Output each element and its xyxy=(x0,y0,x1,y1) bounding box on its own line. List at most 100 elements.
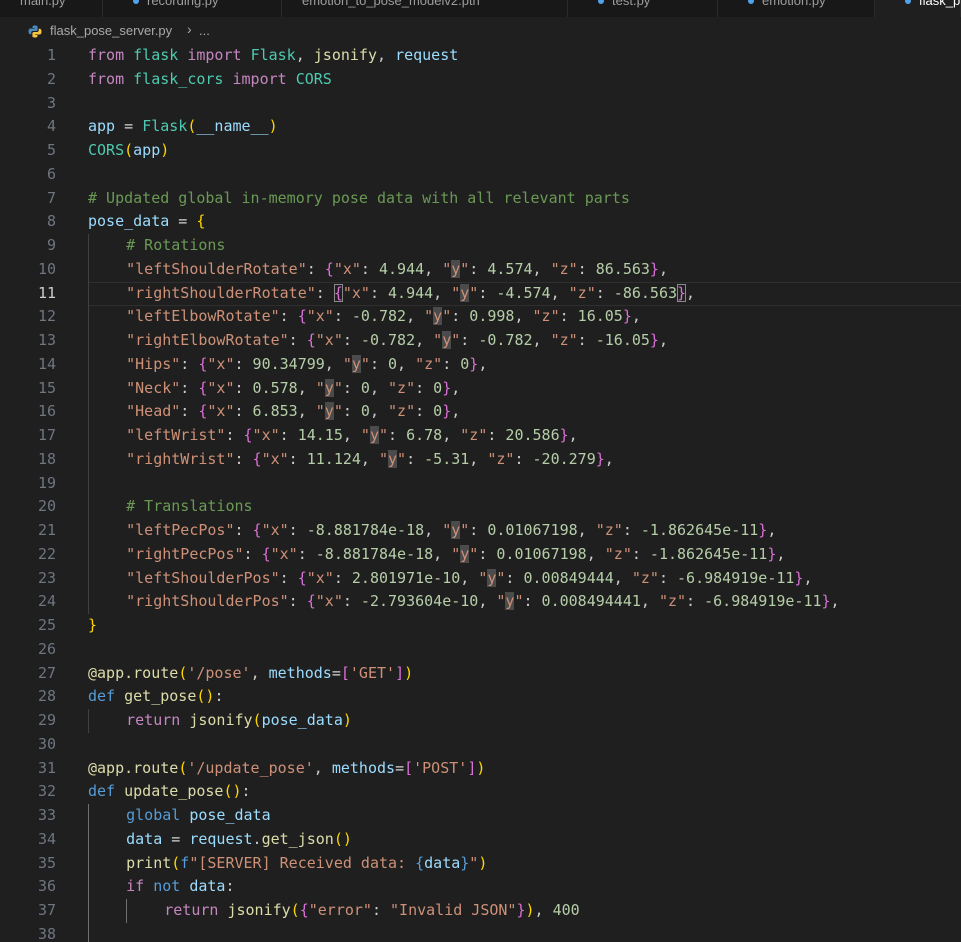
code-line[interactable]: 21 "leftPecPos": {"x": -8.881784e-18, "y"… xyxy=(0,519,961,543)
code-token: , xyxy=(406,307,425,326)
code-line[interactable]: 33 global pose_data xyxy=(0,804,961,828)
code-text[interactable]: "leftWrist": {"x": 14.15, "y": 6.78, "z"… xyxy=(126,424,578,448)
code-line[interactable]: 1 from flask import Flask, jsonify, reque… xyxy=(0,44,961,68)
code-text[interactable]: "rightPecPos": {"x": -8.881784e-18, "y":… xyxy=(126,543,785,567)
code-line[interactable]: 18 "rightWrist": {"x": 11.124, "y": -5.31… xyxy=(0,447,961,472)
code-token: } xyxy=(767,544,777,563)
code-line[interactable]: 22 "rightPecPos": {"x": -8.881784e-18, "y… xyxy=(0,542,961,567)
code-line[interactable]: 36 if not data: xyxy=(0,875,961,899)
code-text[interactable]: @app.route('/pose', methods=['GET']) xyxy=(88,662,413,686)
code-line[interactable]: 11 "rightShoulderRotate": {"x": 4.944, "y… xyxy=(0,281,961,306)
code-token: " xyxy=(360,426,370,444)
editor-tab[interactable]: test.py xyxy=(568,0,718,17)
breadcrumb-file[interactable]: flask_pose_server.py xyxy=(50,23,172,38)
code-line[interactable]: 6 xyxy=(0,163,961,187)
code-line[interactable]: 14 "Hips": {"x": 90.34799, "y": 0, "z": 0… xyxy=(0,352,961,377)
line-number: 22 xyxy=(37,544,56,563)
code-text[interactable]: @app.route('/update_pose', methods=['POS… xyxy=(88,757,485,781)
code-line[interactable]: 28 def get_pose(): xyxy=(0,685,961,709)
code-text[interactable]: "rightShoulderPos": {"x": -2.793604e-10,… xyxy=(126,590,840,614)
code-line[interactable]: 19 xyxy=(0,471,961,496)
code-text[interactable]: "rightShoulderRotate": {"x": 4.944, "y":… xyxy=(126,282,695,306)
code-text[interactable]: global pose_data xyxy=(126,804,271,828)
code-token: get_json xyxy=(261,829,334,848)
indent-guide xyxy=(88,234,89,258)
code-text[interactable]: # Translations xyxy=(126,495,252,519)
code-token: pose_data xyxy=(261,711,343,729)
code-text[interactable]: "rightElbowRotate": {"x": -0.782, "y": -… xyxy=(126,329,668,353)
code-token: " xyxy=(433,331,443,349)
code-token: : xyxy=(469,521,488,539)
code-text[interactable]: def get_pose(): xyxy=(88,685,223,709)
code-line[interactable]: 16 "Head": {"x": 6.853, "y": 0, "z": 0}, xyxy=(0,400,961,424)
code-line[interactable]: 25} xyxy=(0,614,961,638)
code-line[interactable]: 10 "leftShoulderRotate": {"x": 4.944, "y"… xyxy=(0,257,961,282)
code-line[interactable]: 3 xyxy=(0,92,961,116)
code-text[interactable]: data = request.get_json() xyxy=(126,828,352,852)
code-token: : xyxy=(288,521,307,539)
code-line[interactable]: 26 xyxy=(0,638,961,662)
editor-tab[interactable]: emotion_to_pose_modelv2.pth xyxy=(282,0,568,17)
code-text[interactable]: "Hips": {"x": 90.34799, "y": 0, "z": 0}, xyxy=(126,353,487,377)
code-line[interactable]: 2 from flask_cors import CORS xyxy=(0,68,961,92)
editor-tab[interactable]: main.py xyxy=(0,0,103,17)
code-text[interactable]: } xyxy=(88,614,97,638)
code-text[interactable]: CORS(app) xyxy=(88,139,169,163)
code-token: 4.944 xyxy=(388,283,434,302)
code-text[interactable]: "leftElbowRotate": {"x": -0.782, "y": 0.… xyxy=(126,305,641,329)
code-text[interactable]: "rightWrist": {"x": 11.124, "y": -5.31, … xyxy=(126,448,614,472)
code-line[interactable]: 23 "leftShoulderPos": {"x": 2.801971e-10,… xyxy=(0,566,961,591)
code-text[interactable]: from flask import Flask, jsonify, reques… xyxy=(88,44,458,68)
code-line[interactable]: 5 CORS(app) xyxy=(0,139,961,163)
code-token: : xyxy=(214,687,224,706)
code-line[interactable]: 15 "Neck": {"x": 0.578, "y": 0, "z": 0}, xyxy=(0,376,961,401)
code-token: ) xyxy=(525,901,535,919)
indent-guide xyxy=(88,851,89,876)
code-line[interactable]: 29 return jsonify(pose_data) xyxy=(0,709,961,733)
code-token: : xyxy=(279,307,298,326)
code-line[interactable]: 20 # Translations xyxy=(0,495,961,519)
code-text[interactable]: # Rotations xyxy=(126,234,225,258)
code-text[interactable]: pose_data = { xyxy=(88,210,205,234)
code-text[interactable]: return jsonify({"error": "Invalid JSON"}… xyxy=(164,899,579,923)
code-text[interactable]: # Updated global in-memory pose data wit… xyxy=(88,187,630,211)
line-number: 3 xyxy=(46,93,56,112)
code-line[interactable]: 34 data = request.get_json() xyxy=(0,827,961,852)
code-line[interactable]: 30 xyxy=(0,733,961,757)
code-line[interactable]: 13 "rightElbowRotate": {"x": -0.782, "y":… xyxy=(0,329,961,353)
code-line[interactable]: 37 return jsonify({"error": "Invalid JSON… xyxy=(0,899,961,923)
code-text[interactable]: print(f"[SERVER] Received data: {data}") xyxy=(126,852,487,876)
code-line[interactable]: 35 print(f"[SERVER] Received data: {data}… xyxy=(0,851,961,876)
code-text[interactable]: "leftPecPos": {"x": -8.881784e-18, "y": … xyxy=(126,519,776,543)
code-line[interactable]: 31 @app.route('/update_pose', methods=['P… xyxy=(0,757,961,781)
code-token: y xyxy=(460,544,470,563)
code-text[interactable]: app = Flask(__name__) xyxy=(88,115,278,139)
editor-tab[interactable]: recording.py xyxy=(103,0,282,17)
code-text[interactable]: "leftShoulderPos": {"x": 2.801971e-10, "… xyxy=(126,567,812,591)
code-line[interactable]: 32 def update_pose(): xyxy=(0,780,961,804)
code-token: "z" xyxy=(550,259,578,278)
code-line[interactable]: 9 # Rotations xyxy=(0,234,961,258)
editor-tab[interactable]: emotion.py xyxy=(718,0,875,17)
code-text[interactable]: "Neck": {"x": 0.578, "y": 0, "z": 0}, xyxy=(126,377,460,401)
code-editor[interactable]: 1 from flask import Flask, jsonify, reque… xyxy=(0,44,961,942)
editor-tab[interactable]: flask_p xyxy=(875,0,961,17)
code-text[interactable]: def update_pose(): xyxy=(88,780,251,804)
code-text[interactable]: return jsonify(pose_data) xyxy=(126,709,352,733)
code-text[interactable]: from flask_cors import CORS xyxy=(88,68,332,92)
code-line[interactable]: 27 @app.route('/pose', methods=['GET']) xyxy=(0,662,961,686)
breadcrumb-symbols[interactable]: ... xyxy=(199,23,210,38)
code-line[interactable]: 12 "leftElbowRotate": {"x": -0.782, "y": … xyxy=(0,305,961,329)
code-text[interactable]: "Head": {"x": 6.853, "y": 0, "z": 0}, xyxy=(126,400,460,424)
tab-label: flask_p xyxy=(919,0,961,8)
code-line[interactable]: 38 xyxy=(0,922,961,942)
code-line[interactable]: 7 # Updated global in-memory pose data wi… xyxy=(0,187,961,211)
code-text[interactable]: "leftShoulderRotate": {"x": 4.944, "y": … xyxy=(126,258,668,282)
code-line[interactable]: 4 app = Flask(__name__) xyxy=(0,115,961,139)
code-token: { xyxy=(243,426,253,444)
code-token: request xyxy=(189,829,253,848)
code-line[interactable]: 17 "leftWrist": {"x": 14.15, "y": 6.78, "… xyxy=(0,424,961,448)
code-line[interactable]: 24 "rightShoulderPos": {"x": -2.793604e-1… xyxy=(0,590,961,614)
code-text[interactable]: if not data: xyxy=(126,875,234,899)
code-line[interactable]: 8 pose_data = { xyxy=(0,210,961,234)
